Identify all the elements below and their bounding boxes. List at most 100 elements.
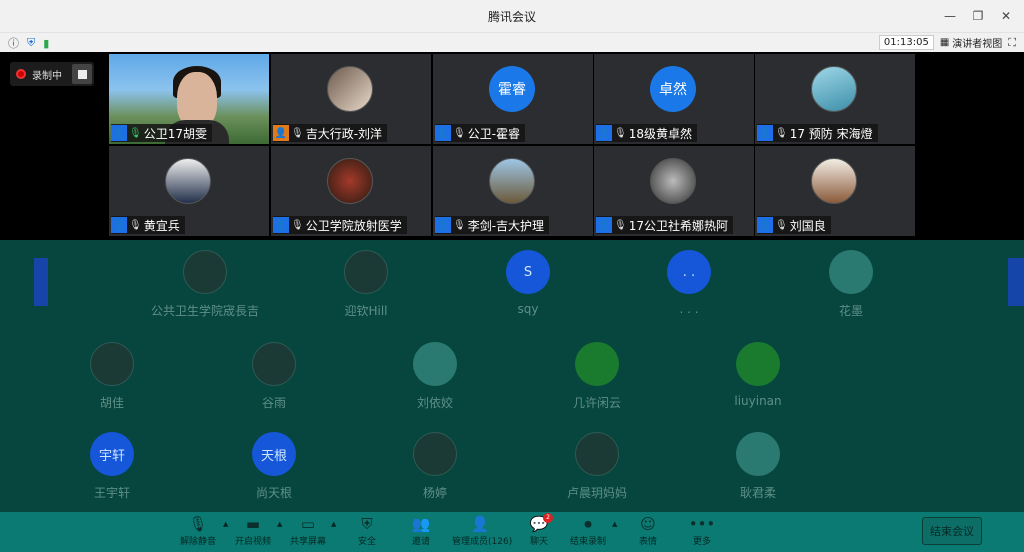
user-icon: 👤 xyxy=(757,125,773,141)
stop-recording-button[interactable] xyxy=(72,64,92,84)
gallery-participant[interactable]: 谷雨 xyxy=(214,342,334,422)
participant-name-tag: 👤 🎙 17公卫社希娜热阿 xyxy=(596,216,733,234)
start-video-button[interactable]: ▬ 开启视频 xyxy=(225,514,281,550)
participant-name: 李剑-吉大护理 xyxy=(467,218,545,233)
participant-name: 王宇轩 xyxy=(93,486,130,500)
participant-name: 胡佳 xyxy=(99,396,124,410)
gallery-participant[interactable]: . . . . . xyxy=(629,250,749,330)
participant-name: liuyinan xyxy=(734,394,782,408)
mic-muted-icon: 🎙 xyxy=(453,127,466,139)
gallery-participant[interactable]: 天根 尚天根 xyxy=(214,432,334,512)
mic-muted-icon: 🎙 xyxy=(188,515,208,533)
gallery-participant[interactable]: 迎钦Hill xyxy=(306,250,426,330)
gallery-participant[interactable]: 刘依姣 xyxy=(375,342,495,422)
video-tile[interactable]: 👤 🎙 李剑-吉大护理 xyxy=(433,146,593,236)
gallery-participant[interactable]: 卢晨玥妈妈 xyxy=(537,432,657,512)
video-tile[interactable]: 霍睿 👤 🎙 公卫-霍睿 xyxy=(433,54,593,144)
invite-button[interactable]: 👥 邀请 xyxy=(393,514,449,550)
gallery-participant[interactable]: 宇轩 王宇轩 xyxy=(52,432,172,512)
fullscreen-icon[interactable]: ⛶ xyxy=(1008,36,1016,50)
mic-muted-icon: 🎙 xyxy=(614,127,627,139)
video-tile[interactable]: 👤 🎙 黄宜兵 xyxy=(109,146,269,236)
meeting-timer: 01:13:05 xyxy=(878,35,934,50)
mic-muted-icon: 🎙 xyxy=(614,219,627,231)
avatar: S xyxy=(506,250,550,294)
unmute-button[interactable]: 🎙 解除静音 xyxy=(170,514,226,550)
chat-label: 聊天 xyxy=(529,537,548,547)
gallery-participant[interactable]: 耿君柔 xyxy=(698,432,818,512)
gallery-participant[interactable]: 公共卫生学院宬長吉 xyxy=(145,250,265,330)
screen-share-icon: ▭ xyxy=(300,515,316,533)
avatar: 天根 xyxy=(252,432,296,476)
share-options-caret-icon[interactable]: ▲ xyxy=(331,520,336,528)
title-bar: 腾讯会议 — ❐ ✕ xyxy=(0,0,1024,32)
record-options-caret-icon[interactable]: ▲ xyxy=(612,520,617,528)
participant-name: 杨婷 xyxy=(422,486,447,500)
avatar xyxy=(829,250,873,294)
participant-name-tag: 👤 🎙 公卫17胡雯 xyxy=(111,124,212,142)
status-right: 01:13:05 ▦ 演讲者视图 ⛶ xyxy=(878,35,1016,50)
manage-members-button[interactable]: 👤 管理成员(126) xyxy=(452,514,513,550)
participant-name: 谷雨 xyxy=(261,396,286,410)
participant-name-tag: 👤 🎙 李剑-吉大护理 xyxy=(435,216,550,234)
participant-name-tag: 👤 🎙 刘国良 xyxy=(757,216,831,234)
security-button[interactable]: ⛨ 安全 xyxy=(339,514,395,550)
mic-muted-icon: 🎙 xyxy=(129,219,142,231)
video-tile[interactable]: 👤 🎙 刘国良 xyxy=(755,146,915,236)
signal-icon[interactable]: ▮ xyxy=(43,37,49,50)
restore-icon[interactable]: ❐ xyxy=(968,6,988,26)
avatar xyxy=(811,66,857,112)
prev-page-button[interactable] xyxy=(34,258,48,306)
mic-muted-icon: 🎙 xyxy=(775,219,788,231)
close-icon[interactable]: ✕ xyxy=(996,6,1016,26)
chat-button[interactable]: 💬 2 聊天 xyxy=(511,513,567,550)
avatar: 宇轩 xyxy=(90,432,134,476)
shield-icon: ⛨ xyxy=(361,515,373,533)
share-screen-button[interactable]: ▭ 共享屏幕 xyxy=(280,514,336,550)
end-recording-button[interactable]: ⏺ 结束录制 xyxy=(560,514,616,550)
avatar xyxy=(252,342,296,386)
participant-name: 卢晨玥妈妈 xyxy=(566,486,627,500)
chat-icon: 💬 xyxy=(529,515,549,533)
video-tile[interactable]: 👤 🎙 公卫学院放射医学 xyxy=(271,146,431,236)
speaker-view-button[interactable]: ▦ 演讲者视图 xyxy=(940,35,1002,50)
next-page-button[interactable] xyxy=(1008,258,1024,306)
participant-name: 公卫17胡雯 xyxy=(143,126,207,141)
participant-name: 刘依姣 xyxy=(416,396,453,410)
invite-icon: 👥 xyxy=(411,515,431,533)
gallery-participant[interactable]: 几许闲云 xyxy=(537,342,657,422)
info-icon[interactable]: ⓘ xyxy=(8,35,19,51)
gallery-participant[interactable]: S sqy xyxy=(468,250,588,330)
avatar xyxy=(575,432,619,476)
grid-icon: ▦ xyxy=(939,37,950,48)
gallery-participant[interactable]: 杨婷 xyxy=(375,432,495,512)
start-video-label: 开启视频 xyxy=(234,537,271,547)
minimize-icon[interactable]: — xyxy=(940,6,960,26)
video-tile[interactable]: 👤 🎙 吉大行政-刘洋 xyxy=(271,54,431,144)
manage-members-label: 管理成员(126) xyxy=(452,537,513,547)
video-tile[interactable]: 👤 🎙 17公卫社希娜热阿 xyxy=(594,146,754,236)
more-button[interactable]: ••• 更多 xyxy=(674,514,730,550)
meeting-window: 腾讯会议 — ❐ ✕ ⓘ ⛨ ▮ 01:13:05 ▦ 演讲者视图 ⛶ 录制中 xyxy=(0,0,1024,552)
participant-name: 公卫-霍睿 xyxy=(467,126,521,141)
reactions-button[interactable]: ☺ 表情 xyxy=(620,514,676,550)
gallery-participant[interactable]: 花墨 xyxy=(791,250,911,330)
mic-muted-icon: 🎙 xyxy=(291,219,304,231)
user-icon: 👤 xyxy=(111,217,127,233)
video-tile[interactable]: 👤 🎙 17 预防 宋海燈 xyxy=(755,54,915,144)
status-bar: ⓘ ⛨ ▮ 01:13:05 ▦ 演讲者视图 ⛶ xyxy=(0,32,1024,52)
gallery-participant[interactable]: 胡佳 xyxy=(52,342,172,422)
gallery-participant[interactable]: liuyinan xyxy=(698,342,818,422)
video-tile[interactable]: 👤 🎙 公卫17胡雯 xyxy=(109,54,269,144)
shield-icon[interactable]: ⛨ xyxy=(27,36,35,50)
mic-muted-icon: 🎙 xyxy=(453,219,466,231)
participant-name: 黄宜兵 xyxy=(143,218,180,233)
more-icon: ••• xyxy=(688,515,716,533)
participant-name: 17公卫社希娜热阿 xyxy=(628,218,728,233)
recording-label: 录制中 xyxy=(32,70,62,82)
video-tile[interactable]: 卓然 👤 🎙 18级黄卓然 xyxy=(594,54,754,144)
user-icon: 👤 xyxy=(435,125,451,141)
end-meeting-button[interactable]: 结束会议 xyxy=(922,517,982,545)
avatar xyxy=(413,432,457,476)
invite-label: 邀请 xyxy=(411,537,430,547)
